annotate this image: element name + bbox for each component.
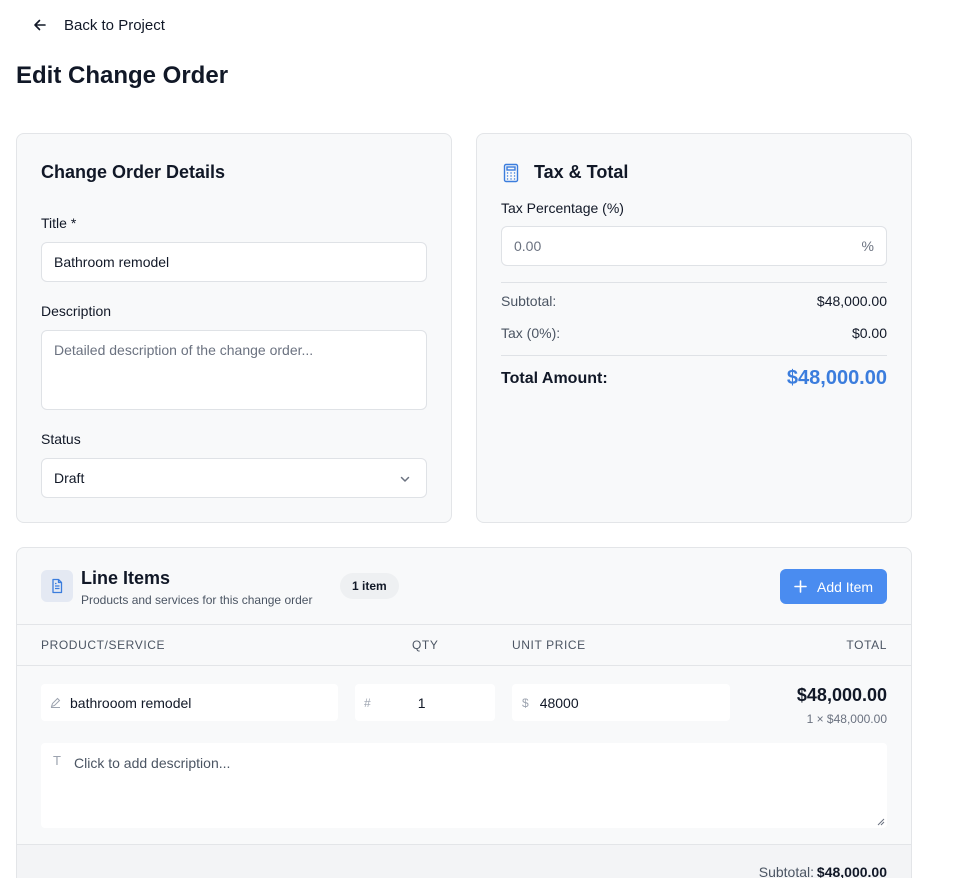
- quantity-input[interactable]: # 1: [355, 684, 495, 721]
- details-card-title: Change Order Details: [41, 162, 226, 182]
- document-icon: [41, 570, 73, 602]
- line-items-footer: Subtotal: $48,000.00: [17, 844, 911, 878]
- line-items-card: Line Items Products and services for thi…: [16, 547, 912, 878]
- change-order-details-card: Change Order Details Title * Bathroom re…: [16, 133, 452, 523]
- quantity-value: 1: [417, 694, 426, 711]
- item-count-badge: 1 item: [340, 573, 399, 599]
- pencil-icon: [50, 697, 61, 708]
- plus-icon: [794, 580, 807, 593]
- line-item-description-input[interactable]: T Click to add description...: [41, 743, 887, 828]
- description-textarea[interactable]: Detailed description of the change order…: [41, 330, 427, 410]
- items-subtotal-value: $48,000.00: [816, 864, 887, 878]
- total-amount-value: $48,000.00: [786, 367, 887, 389]
- title-input[interactable]: Bathroom remodel: [41, 242, 427, 282]
- column-qty: QTY: [412, 638, 439, 652]
- tax-total-card: Tax & Total Tax Percentage (%) 0.00 % Su…: [476, 133, 912, 523]
- chevron-down-icon: [400, 476, 410, 482]
- percent-suffix: %: [861, 238, 874, 254]
- product-name-input[interactable]: bathrooom remodel: [41, 684, 338, 721]
- back-label: Back to Project: [64, 16, 165, 34]
- resize-handle-icon[interactable]: [877, 818, 885, 826]
- dollar-icon: $: [522, 695, 529, 710]
- line-total: $48,000.00: [796, 685, 887, 705]
- hash-icon: #: [364, 695, 371, 710]
- product-name-value: bathrooom remodel: [70, 694, 192, 711]
- items-subtotal-label: Subtotal:: [758, 864, 814, 878]
- back-to-project-link[interactable]: Back to Project: [32, 14, 165, 36]
- tax-label: Tax (0%):: [501, 325, 561, 341]
- column-total: TOTAL: [846, 638, 887, 652]
- tax-percentage-label: Tax Percentage (%): [501, 200, 624, 216]
- column-unit-price: UNIT PRICE: [512, 638, 586, 652]
- description-label: Description: [41, 303, 112, 319]
- tax-percentage-input[interactable]: 0.00 %: [501, 226, 887, 266]
- line-item-description-placeholder: Click to add description...: [74, 755, 231, 771]
- tax-percentage-placeholder: 0.00: [514, 238, 542, 254]
- calculator-icon: [503, 163, 519, 183]
- line-items-header: Line Items Products and services for thi…: [17, 548, 911, 625]
- line-items-column-header: PRODUCT/SERVICE QTY UNIT PRICE TOTAL: [17, 626, 911, 666]
- page-title: Edit Change Order: [16, 62, 229, 89]
- title-label: Title *: [41, 215, 77, 231]
- status-value: Draft: [54, 470, 85, 486]
- divider: [501, 282, 887, 283]
- status-select[interactable]: Draft: [41, 458, 427, 498]
- subtotal-value: $48,000.00: [816, 293, 887, 309]
- arrow-left-icon: [34, 19, 46, 31]
- add-item-label: Add Item: [816, 578, 874, 595]
- line-items-title: Line Items: [81, 568, 171, 588]
- unit-price-value: 48000: [539, 694, 579, 711]
- unit-price-input[interactable]: $ 48000: [512, 684, 730, 721]
- line-calculation: 1 × $48,000.00: [806, 712, 887, 726]
- status-label: Status: [41, 431, 81, 447]
- add-item-button[interactable]: Add Item: [780, 569, 887, 604]
- line-items-subtitle: Products and services for this change or…: [81, 593, 313, 607]
- subtotal-label: Subtotal:: [501, 293, 557, 309]
- total-amount-label: Total Amount:: [501, 370, 608, 387]
- divider: [501, 355, 887, 356]
- tax-value: $0.00: [851, 325, 887, 341]
- tax-card-title: Tax & Total: [534, 162, 629, 182]
- text-icon: T: [53, 753, 61, 768]
- column-product-service: PRODUCT/SERVICE: [41, 638, 166, 652]
